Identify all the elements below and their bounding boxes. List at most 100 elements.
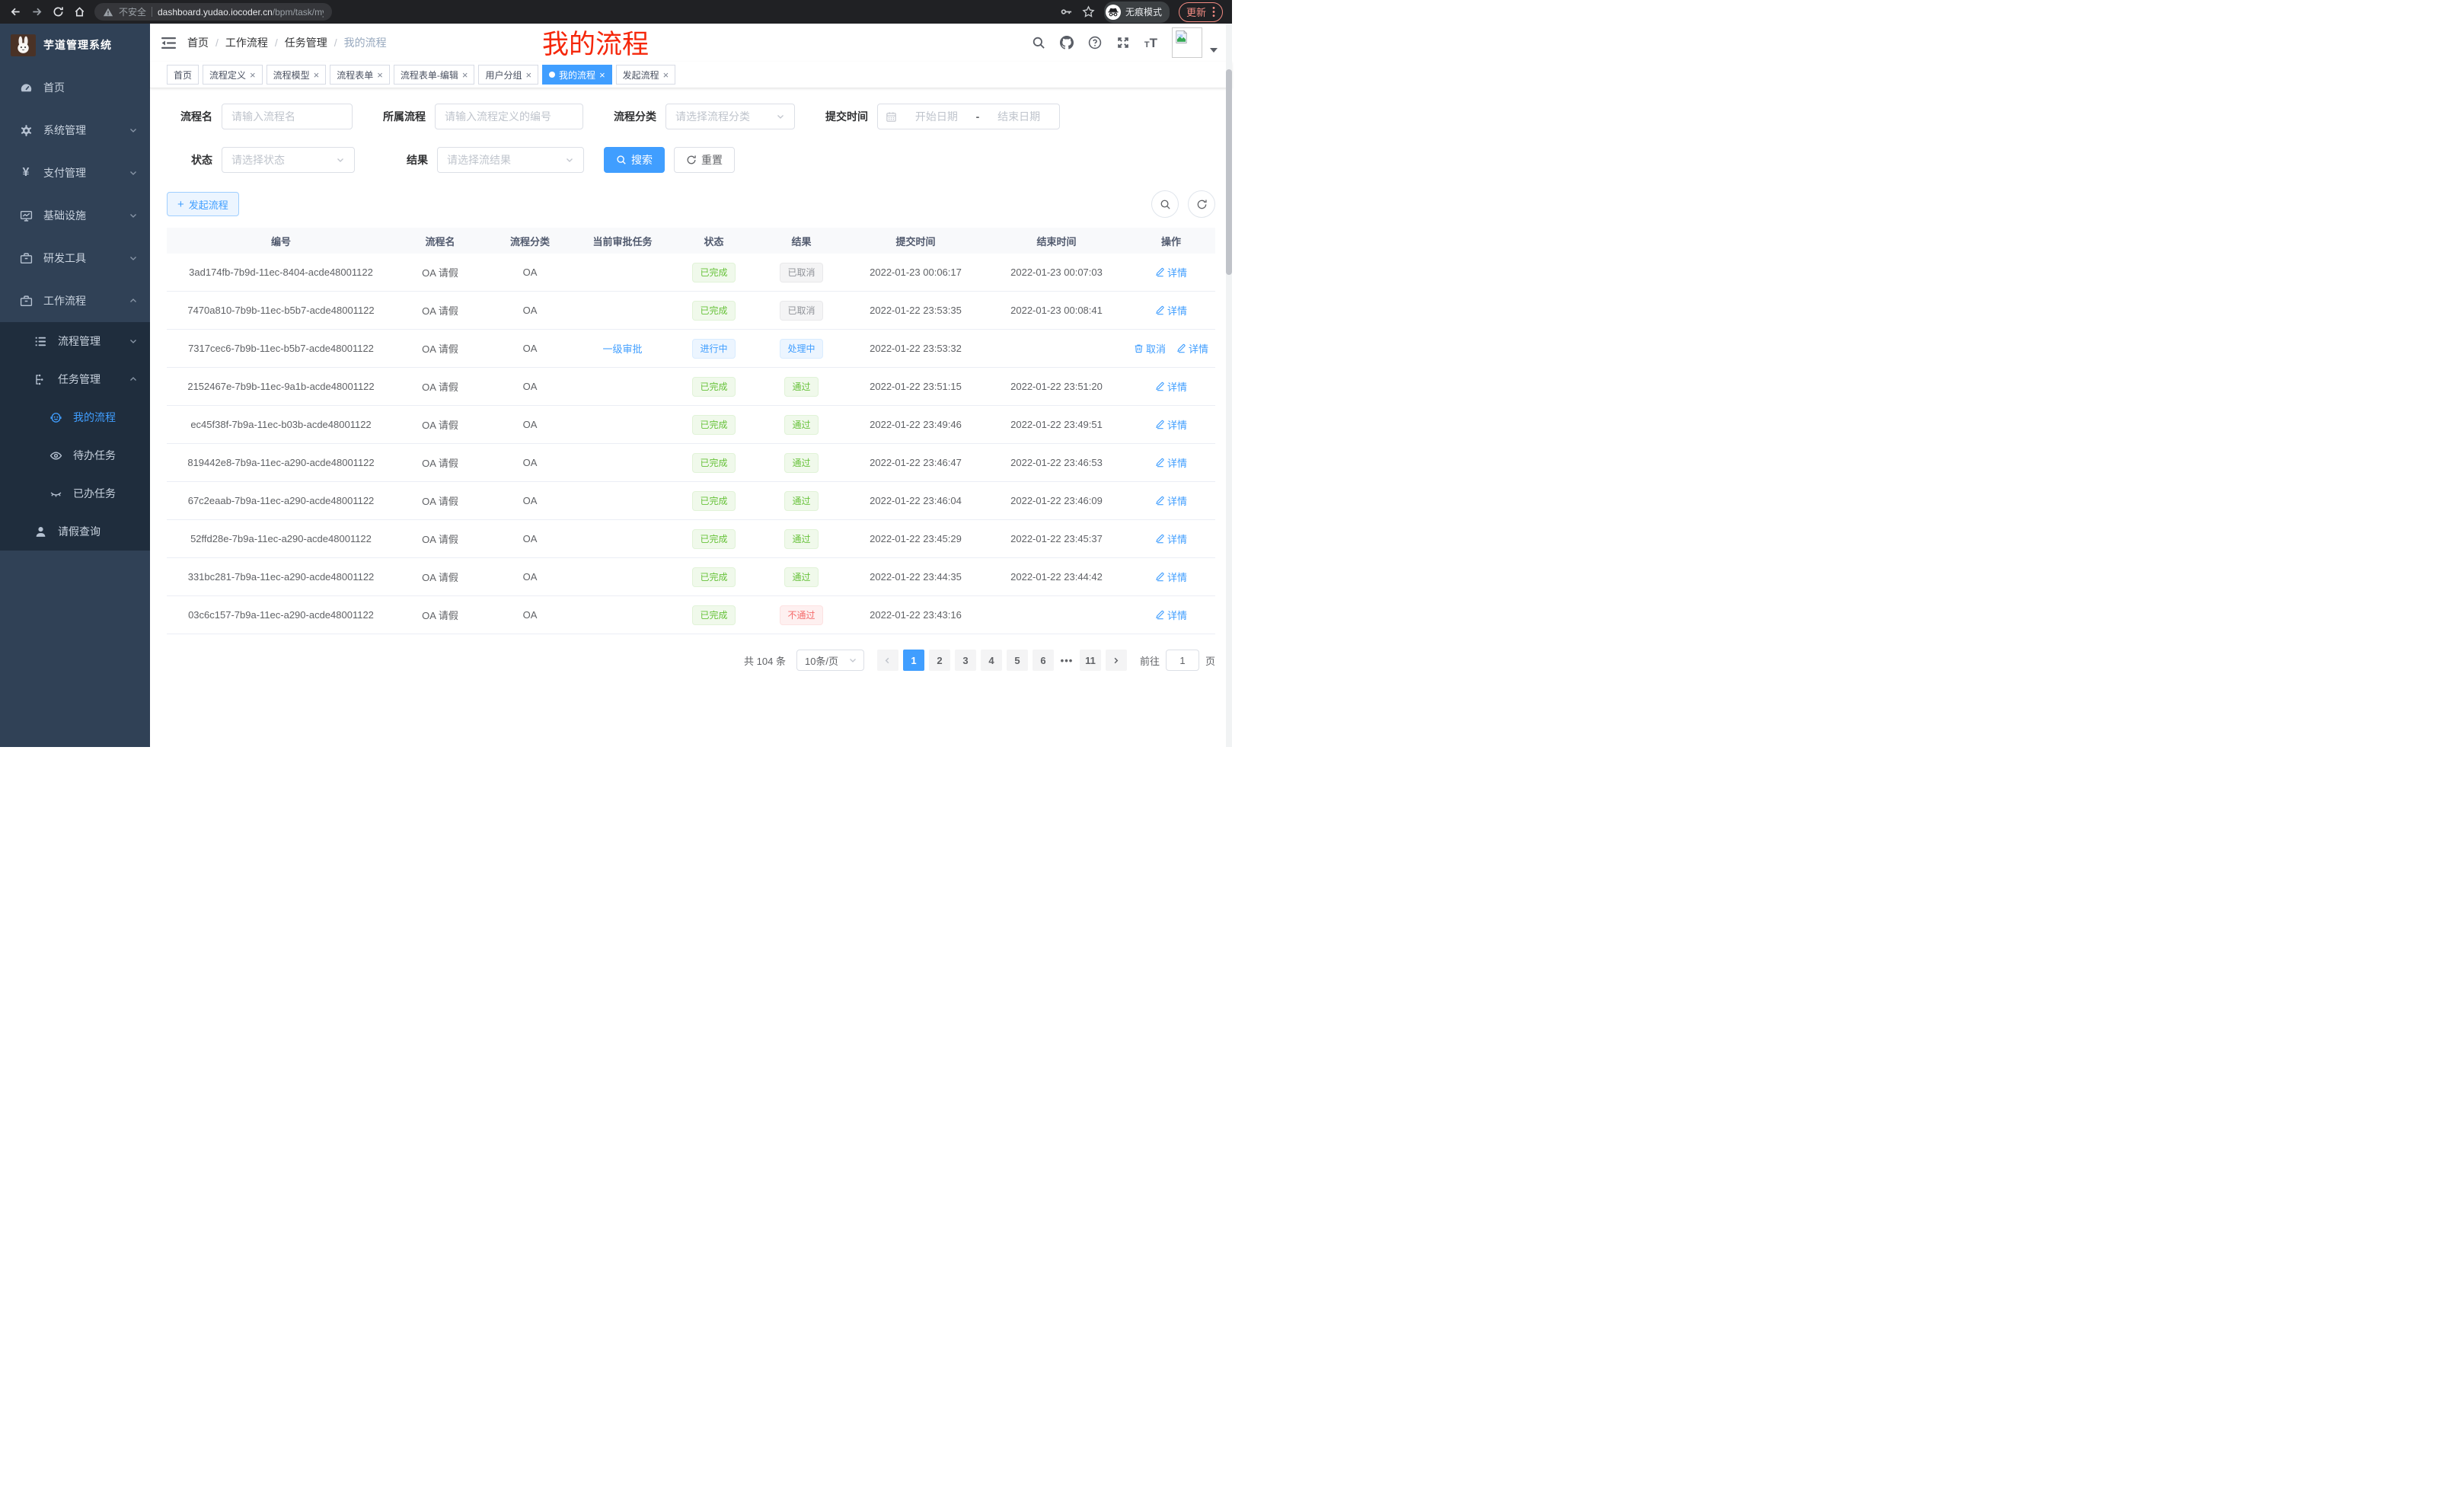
sidebar-toggle-icon[interactable]: [161, 37, 176, 49]
sidebar-item-leave-query[interactable]: 请假查询: [0, 512, 150, 551]
avatar-caret-icon[interactable]: [1210, 43, 1218, 56]
detail-link[interactable]: 详情: [1176, 341, 1208, 356]
start-date-placeholder[interactable]: 开始日期: [904, 109, 969, 124]
sidebar-item-devtools[interactable]: 研发工具: [0, 237, 150, 279]
detail-link[interactable]: 详情: [1155, 532, 1187, 546]
category-select[interactable]: 请选择流程分类: [665, 104, 795, 129]
end-date-placeholder[interactable]: 结束日期: [986, 109, 1052, 124]
edit-icon: [1176, 343, 1186, 353]
goto-page-input[interactable]: [1166, 650, 1199, 671]
submit-time-range-picker[interactable]: 开始日期 - 结束日期: [877, 104, 1060, 129]
home-icon[interactable]: [70, 3, 88, 21]
fullscreen-icon[interactable]: [1116, 36, 1130, 49]
tab-2[interactable]: 流程模型×: [267, 65, 327, 85]
close-icon[interactable]: ×: [525, 70, 531, 80]
detail-link[interactable]: 详情: [1155, 379, 1187, 394]
back-icon[interactable]: [6, 3, 24, 21]
key-icon[interactable]: [1060, 5, 1073, 18]
tab-7[interactable]: 发起流程×: [616, 65, 676, 85]
close-icon[interactable]: ×: [314, 70, 320, 80]
cell-status: 已完成: [670, 529, 758, 549]
detail-label: 详情: [1167, 417, 1187, 432]
tab-0[interactable]: 首页: [167, 65, 199, 85]
sidebar-item-done-task[interactable]: 已办任务: [0, 474, 150, 512]
sidebar-item-payment[interactable]: ¥支付管理: [0, 152, 150, 194]
cell-status: 已完成: [670, 415, 758, 435]
page-1[interactable]: 1: [903, 650, 924, 671]
category-placeholder: 请选择流程分类: [675, 109, 750, 124]
close-icon[interactable]: ×: [663, 70, 669, 80]
next-page-button[interactable]: [1106, 650, 1127, 671]
github-icon[interactable]: [1060, 36, 1074, 49]
create-process-button[interactable]: + 发起流程: [167, 192, 239, 216]
detail-link[interactable]: 详情: [1155, 417, 1187, 432]
app-logo[interactable]: 芋道管理系统: [0, 24, 150, 66]
breadcrumb-item-0[interactable]: 首页: [187, 35, 209, 50]
close-icon[interactable]: ×: [377, 70, 383, 80]
chevron-down-icon: [776, 112, 785, 121]
tab-6[interactable]: 我的流程×: [542, 65, 612, 85]
page-ellipsis[interactable]: •••: [1056, 655, 1077, 666]
tab-4[interactable]: 流程表单-编辑×: [394, 65, 475, 85]
page-5[interactable]: 5: [1007, 650, 1028, 671]
reset-button[interactable]: 重置: [674, 147, 735, 173]
sidebar-item-system[interactable]: 系统管理: [0, 109, 150, 152]
close-icon[interactable]: ×: [462, 70, 468, 80]
search-button[interactable]: 搜索: [604, 147, 665, 173]
close-icon[interactable]: ×: [250, 70, 256, 80]
detail-link[interactable]: 详情: [1155, 265, 1187, 279]
detail-link[interactable]: 详情: [1155, 493, 1187, 508]
url-text[interactable]: dashboard.yudao.iocoder.cn/bpm/task/my: [158, 7, 324, 18]
sidebar-item-infrastructure[interactable]: 基础设施: [0, 194, 150, 237]
update-button[interactable]: 更新: [1179, 2, 1223, 22]
security-label[interactable]: 不安全: [119, 5, 146, 18]
reload-icon[interactable]: [49, 3, 67, 21]
page-3[interactable]: 3: [955, 650, 976, 671]
avatar[interactable]: [1172, 27, 1202, 58]
refresh-table-button[interactable]: [1188, 190, 1215, 218]
process-name-input[interactable]: 请输入流程名: [222, 104, 353, 129]
cancel-link[interactable]: 取消: [1134, 341, 1166, 356]
tab-3[interactable]: 流程表单×: [330, 65, 390, 85]
page-size-select[interactable]: 10条/页: [796, 650, 864, 671]
result-select[interactable]: 请选择流结果: [437, 147, 584, 173]
detail-link[interactable]: 详情: [1155, 608, 1187, 622]
breadcrumb-item-2[interactable]: 任务管理: [285, 35, 327, 50]
search-icon[interactable]: [1032, 36, 1045, 49]
breadcrumb-item-1[interactable]: 工作流程: [225, 35, 268, 50]
help-icon[interactable]: [1088, 36, 1102, 49]
cell-actions: 详情: [1127, 379, 1215, 394]
prev-page-button[interactable]: [877, 650, 898, 671]
sidebar-item-process-mgmt[interactable]: 流程管理: [0, 322, 150, 360]
page-11[interactable]: 11: [1080, 650, 1101, 671]
cell-category: OA: [485, 495, 575, 506]
page-scrollbar[interactable]: [1226, 24, 1232, 747]
cell-status: 已完成: [670, 453, 758, 473]
font-size-icon[interactable]: TT: [1144, 37, 1157, 49]
detail-link[interactable]: 详情: [1155, 570, 1187, 584]
task-link[interactable]: 一级审批: [602, 341, 642, 356]
show-search-button[interactable]: [1151, 190, 1179, 218]
browser-menu-icon[interactable]: [1212, 6, 1215, 18]
scrollbar-thumb[interactable]: [1226, 69, 1232, 275]
search-icon: [1160, 199, 1171, 210]
detail-link[interactable]: 详情: [1155, 303, 1187, 318]
page-6[interactable]: 6: [1033, 650, 1054, 671]
sidebar-item-workflow[interactable]: 工作流程: [0, 279, 150, 322]
tab-1[interactable]: 流程定义×: [203, 65, 263, 85]
status-select[interactable]: 请选择状态: [222, 147, 355, 173]
forward-icon[interactable]: [27, 3, 46, 21]
process-definition-input[interactable]: 请输入流程定义的编号: [435, 104, 583, 129]
sidebar-item-todo-task[interactable]: 待办任务: [0, 436, 150, 474]
detail-link[interactable]: 详情: [1155, 455, 1187, 470]
close-icon[interactable]: ×: [599, 70, 605, 80]
star-icon[interactable]: [1082, 5, 1095, 18]
sidebar-item-home[interactable]: 首页: [0, 66, 150, 109]
sidebar-item-task-mgmt[interactable]: 任务管理: [0, 360, 150, 398]
page-4[interactable]: 4: [981, 650, 1002, 671]
tab-5[interactable]: 用户分组×: [478, 65, 538, 85]
url-bar[interactable]: 不安全 dashboard.yudao.iocoder.cn/bpm/task/…: [94, 3, 332, 21]
sidebar-item-my-process[interactable]: 我的流程: [0, 398, 150, 436]
page-2[interactable]: 2: [929, 650, 950, 671]
status-placeholder: 请选择状态: [231, 152, 285, 168]
